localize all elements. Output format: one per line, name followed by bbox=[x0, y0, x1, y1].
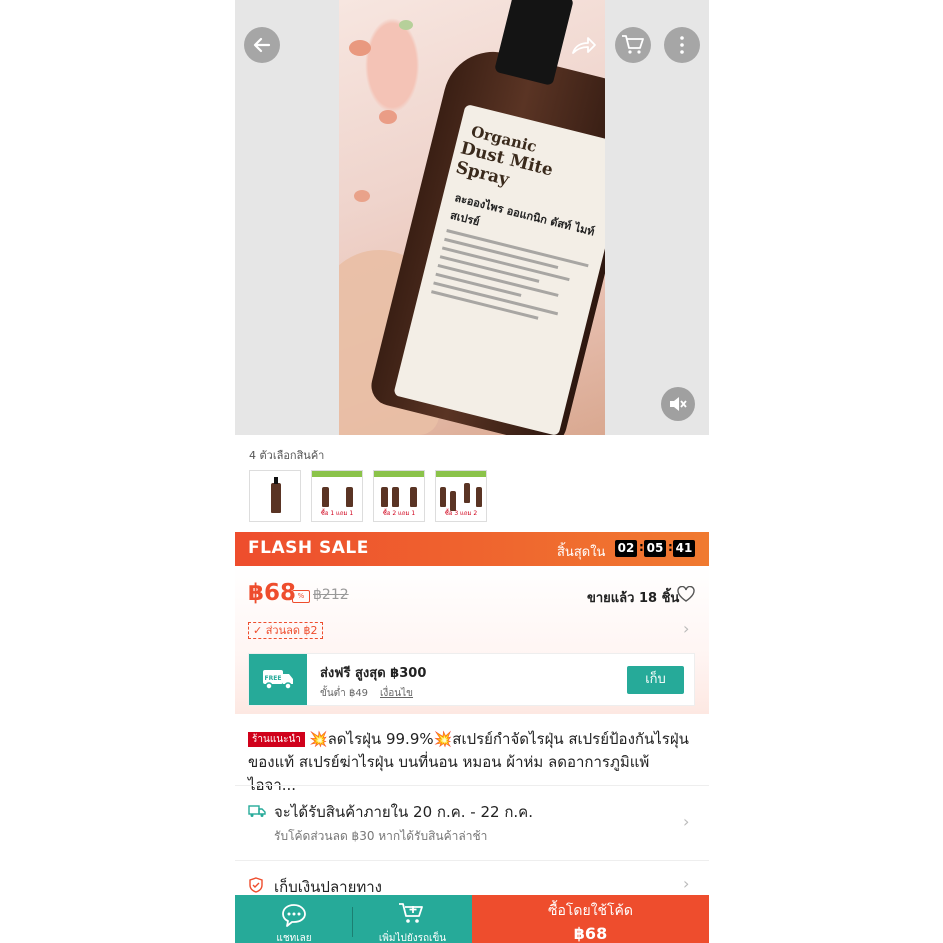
flash-sale-ends-label: สิ้นสุดใน bbox=[557, 545, 606, 560]
chat-icon bbox=[282, 904, 306, 927]
product-page: Organic Dust Mite Spray ละอองไพร ออแกนิก… bbox=[235, 0, 709, 943]
variant-thumb[interactable]: ซื้อ 2 แถม 1 bbox=[373, 470, 425, 522]
thumb-bottle bbox=[322, 487, 329, 507]
cart-icon bbox=[622, 35, 644, 54]
free-badge-text: FREE bbox=[265, 675, 282, 682]
variant-thumb[interactable] bbox=[249, 470, 301, 522]
thumb-bottle bbox=[392, 487, 399, 507]
variant-thumb[interactable]: ซื้อ 1 แถม 1 bbox=[311, 470, 363, 522]
divider bbox=[235, 785, 709, 786]
thumb-bottle bbox=[346, 487, 353, 507]
bottom-action-bar: แชทเลย เพิ่มไปยังรถเข็น ซื้อโดยใช้โค้ด ฿… bbox=[235, 895, 709, 943]
coupon-label: ส่วนลด ฿2 bbox=[265, 624, 318, 637]
shipping-min-spend: ขั้นต่ำ ฿49 bbox=[320, 688, 369, 699]
product-media[interactable]: Organic Dust Mite Spray ละอองไพร ออแกนิก… bbox=[235, 0, 709, 435]
thumb-tag: ซื้อ 3 แถม 2 bbox=[444, 510, 478, 517]
chevron-right-icon[interactable]: › bbox=[683, 619, 689, 638]
divider bbox=[235, 860, 709, 861]
thumb-header bbox=[436, 471, 486, 477]
product-title: ร้านแนะนำ 💥ลดไรฝุ่น 99.9%💥สเปรย์กำจัดไรฝุ… bbox=[248, 728, 698, 797]
buy-with-code-button[interactable]: ซื้อโดยใช้โค้ด ฿68 bbox=[472, 895, 709, 943]
thumb-bottle bbox=[381, 487, 388, 507]
shipping-title: ส่งฟรี สูงสุด ฿300 bbox=[320, 666, 427, 681]
add-to-cart-icon bbox=[399, 903, 423, 923]
product-video[interactable]: Organic Dust Mite Spray ละอองไพร ออแกนิก… bbox=[339, 0, 605, 435]
late-delivery-voucher-note: รับโค้ดส่วนลด ฿30 หากได้รับสินค้าล่าช้า bbox=[274, 829, 488, 843]
thumb-bottle bbox=[410, 487, 417, 507]
recommended-shop-badge: ร้านแนะนำ bbox=[248, 732, 305, 747]
fabric-dot bbox=[354, 190, 370, 202]
more-button[interactable] bbox=[664, 27, 700, 63]
fabric-dot bbox=[379, 110, 397, 124]
collect-voucher-button[interactable]: เก็บ bbox=[627, 666, 684, 694]
fabric-dot bbox=[349, 40, 371, 56]
more-vertical-icon bbox=[680, 36, 684, 54]
fabric-dot bbox=[399, 20, 413, 30]
like-button[interactable] bbox=[677, 585, 695, 606]
current-price: ฿68 bbox=[248, 580, 297, 606]
thumb-tag: ซื้อ 2 แถม 1 bbox=[382, 510, 416, 517]
thumb-header bbox=[374, 471, 424, 477]
thumb-header bbox=[312, 471, 362, 477]
heart-icon bbox=[677, 585, 695, 602]
variant-count-label: 4 ตัวเลือกสินค้า bbox=[249, 449, 325, 462]
mute-icon bbox=[670, 397, 687, 411]
timer-hours: 02 bbox=[615, 540, 637, 557]
add-to-cart-button[interactable]: เพิ่มไปยังรถเข็น bbox=[353, 895, 472, 943]
delivery-truck-icon bbox=[248, 803, 266, 822]
thumb-bottle bbox=[476, 487, 482, 507]
chevron-right-icon: › bbox=[683, 874, 690, 893]
free-shipping-voucher: FREE ส่งฟรี สูงสุด ฿300 ขั้นต่ำ ฿49 เงื่… bbox=[248, 653, 695, 706]
chat-button[interactable]: แชทเลย bbox=[235, 895, 353, 943]
truck-icon: FREE bbox=[263, 670, 293, 690]
delivery-estimate: จะได้รับสินค้าภายใน 20 ก.ค. - 22 ก.ค. bbox=[274, 803, 533, 821]
timer-seconds: 41 bbox=[673, 540, 695, 557]
sold-count: ขายแล้ว 18 ชิ้น bbox=[587, 591, 680, 606]
buy-with-code-label: ซื้อโดยใช้โค้ด bbox=[547, 903, 634, 919]
thumb-bottle bbox=[440, 487, 446, 507]
flash-sale-title: FLASH SALE bbox=[248, 538, 369, 558]
variant-thumb[interactable]: ซื้อ 3 แถม 2 bbox=[435, 470, 487, 522]
chevron-right-icon: › bbox=[683, 812, 690, 831]
price-section: ฿68 % ฿212 ขายแล้ว 18 ชิ้น ✓ ส่วนลด ฿2 ›… bbox=[235, 566, 709, 714]
discount-tag-icon: % bbox=[292, 590, 310, 603]
back-arrow-icon bbox=[253, 37, 271, 53]
mute-button[interactable] bbox=[661, 387, 695, 421]
thumb-tag: ซื้อ 1 แถม 1 bbox=[320, 510, 354, 517]
buy-price: ฿68 bbox=[573, 924, 608, 943]
shipping-conditions-link[interactable]: เงื่อนไข bbox=[380, 686, 413, 701]
share-icon bbox=[572, 37, 596, 54]
cart-button[interactable] bbox=[615, 27, 651, 63]
chat-label: แชทเลย bbox=[276, 933, 312, 943]
timer-minutes: 05 bbox=[644, 540, 666, 557]
back-button[interactable] bbox=[244, 27, 280, 63]
share-button[interactable] bbox=[566, 27, 602, 63]
thumb-bottle bbox=[464, 483, 470, 503]
thumb-bottle-cap bbox=[274, 477, 278, 484]
thumb-bottle bbox=[271, 483, 281, 513]
original-price: ฿212 bbox=[313, 587, 349, 603]
free-shipping-badge: FREE bbox=[249, 654, 307, 705]
flash-sale-bar[interactable]: FLASH SALE สิ้นสุดใน 02 : 05 : 41 bbox=[235, 532, 709, 566]
shield-check-icon bbox=[248, 877, 264, 897]
add-to-cart-label: เพิ่มไปยังรถเข็น bbox=[378, 933, 447, 943]
coupon-badge[interactable]: ✓ ส่วนลด ฿2 bbox=[248, 622, 323, 639]
